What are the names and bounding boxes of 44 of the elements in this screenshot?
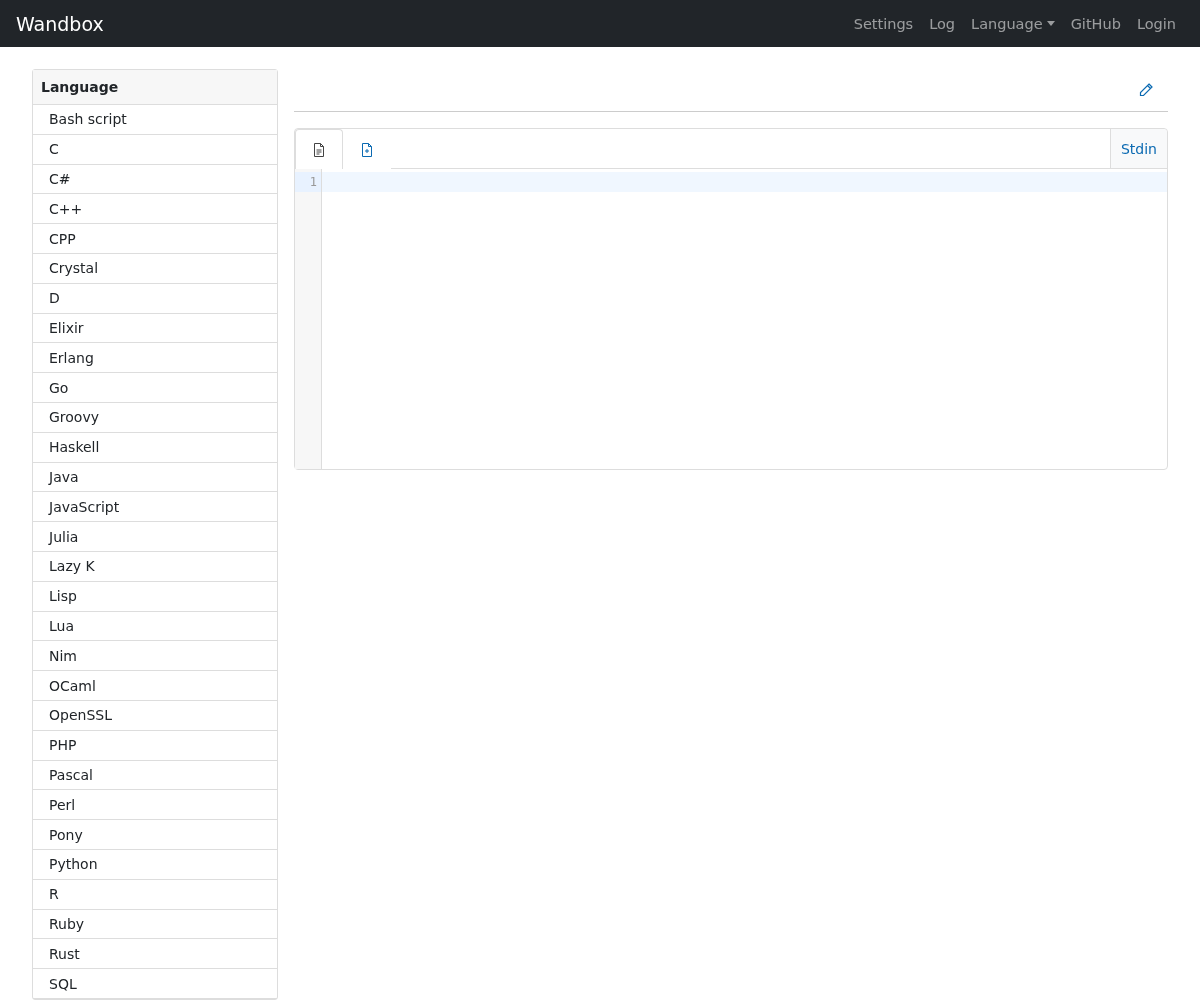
stdin-tab[interactable]: Stdin xyxy=(1109,129,1167,168)
language-item[interactable]: Nim xyxy=(33,641,277,672)
language-item[interactable]: Groovy xyxy=(33,402,277,433)
nav-link[interactable]: Log xyxy=(921,15,964,32)
language-item[interactable]: C xyxy=(33,134,277,165)
language-item[interactable]: C++ xyxy=(33,194,277,225)
nav-dropdown[interactable]: Language xyxy=(963,15,1063,32)
file-plus-icon xyxy=(361,142,373,157)
caret-icon xyxy=(1046,21,1055,26)
language-item[interactable]: C# xyxy=(33,164,277,195)
language-item[interactable]: CPP xyxy=(33,224,277,254)
language-item[interactable]: Go xyxy=(33,373,277,403)
language-item[interactable]: Python xyxy=(33,849,277,880)
panel-title: Language xyxy=(33,70,277,105)
language-item[interactable]: Pascal xyxy=(33,760,277,791)
language-item[interactable]: OpenSSL xyxy=(33,700,277,731)
file-tab[interactable] xyxy=(295,129,343,169)
nav-link[interactable]: Settings xyxy=(845,15,922,32)
language-item[interactable]: Lisp xyxy=(33,581,277,612)
language-item[interactable]: SQL xyxy=(33,969,277,999)
language-item[interactable]: Erlang xyxy=(33,343,277,374)
language-item[interactable]: Bash script xyxy=(33,105,277,135)
language-item[interactable]: D xyxy=(33,283,277,314)
language-item[interactable]: Elixir xyxy=(33,313,277,344)
language-item[interactable]: Java xyxy=(33,462,277,493)
language-item[interactable]: Crystal xyxy=(33,254,277,284)
language-item[interactable]: Pony xyxy=(33,820,277,850)
nav-link[interactable]: GitHub xyxy=(1062,15,1129,32)
pencil-icon xyxy=(1138,82,1154,98)
language-item[interactable]: Lua xyxy=(33,611,277,642)
brand-title[interactable]: Wandbox xyxy=(16,12,104,35)
line-number: 1 xyxy=(295,172,321,192)
language-item[interactable]: OCaml xyxy=(33,671,277,701)
language-item[interactable]: JavaScript xyxy=(33,492,277,523)
language-item[interactable]: Ruby xyxy=(33,909,277,940)
file-text-icon xyxy=(313,142,325,157)
language-item[interactable]: Rust xyxy=(33,939,277,970)
language-item[interactable]: Lazy K xyxy=(33,551,277,582)
language-item[interactable]: Julia xyxy=(33,522,277,552)
language-item[interactable]: R xyxy=(33,879,277,910)
language-item[interactable]: Perl xyxy=(33,790,277,821)
language-item[interactable]: Haskell xyxy=(33,432,277,463)
language-item[interactable]: PHP xyxy=(33,730,277,761)
nav-link[interactable]: Login xyxy=(1128,15,1184,32)
